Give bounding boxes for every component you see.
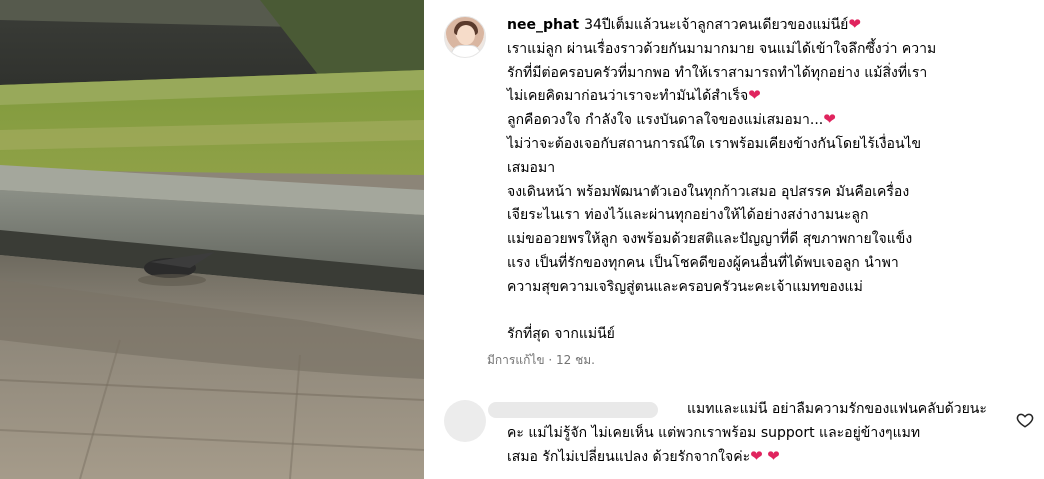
comment-line: แมทและแม่นี อย่าลืมความรักของแฟนคลับด้วย… (687, 401, 987, 417)
red-heart-icon: ❤ (848, 15, 861, 33)
caption-line: เราแม่ลูก ผ่านเรื่องราวด้วยกันมามากมาย จ… (507, 40, 937, 57)
author-username[interactable]: nee_phat (507, 17, 579, 33)
caption-line: ไม่ว่าจะต้องเจอกับสถานการณ์ใด เราพร้อมเค… (507, 135, 922, 152)
author-avatar[interactable] (444, 16, 486, 58)
caption-line: nee_phat 34ปีเต็มแล้วนะเจ้าลูกสาวคนเดียวข… (507, 15, 861, 34)
caption-line: รักที่มีต่อครอบครัวที่มากพอ ทำให้เราสามา… (507, 64, 928, 81)
red-heart-icon: ❤ (748, 86, 761, 105)
caption-signature: รักที่สุด จากแม่นีย์ (507, 326, 615, 343)
comments-panel: nee_phat 34ปีเต็มแล้วนะเจ้าลูกสาวคนเดียวข… (424, 0, 1044, 479)
heart-outline-icon[interactable] (1016, 411, 1034, 429)
caption-line: ความสุขความเจริญสู่ตนและครอบครัวนะคะเจ้า… (507, 278, 863, 295)
post-meta: มีการแก้ไข · 12 ชม. (487, 353, 595, 367)
comment-line: เสมอ รักไม่เปลี่ยนแปลง ด้วยรักจากใจค่ะ❤ … (507, 446, 780, 465)
red-heart-icon: ❤ (767, 446, 780, 465)
caption-line: เจียระไนเรา ท่องไว้และผ่านทุกอย่างให้ได้… (507, 207, 869, 224)
comment-line: คะ แม่ไม่รู้จัก ไม่เคยเห็น แต่พวกเราพร้อ… (507, 424, 921, 441)
caption-line: เสมอมา (507, 159, 556, 176)
caption-line: แรง เป็นที่รักของทุกคน เป็นโชคดีของผู้คน… (507, 254, 899, 271)
caption-line: แม่ขออวยพรให้ลูก จงพร้อมด้วยสติและปัญญาท… (507, 231, 913, 248)
commenter-avatar-blurred[interactable] (444, 400, 486, 442)
red-heart-icon: ❤ (823, 110, 836, 129)
caption: nee_phat 34ปีเต็มแล้วนะเจ้าลูกสาวคนเดียวข… (507, 14, 1022, 347)
caption-line: ไม่เคยคิดมาก่อนว่าเราจะทำมันได้สำเร็จ❤ (507, 86, 761, 105)
caption-line (507, 300, 1022, 324)
comment-text: แมทและแม่นี อย่าลืมความรักของแฟนคลับด้วย… (507, 398, 1007, 469)
caption-line: ลูกคือดวงใจ กำลังใจ แรงบันดาลใจของแม่เสม… (507, 110, 836, 129)
caption-line: จงเดินหน้า พร้อมพัฒนาตัวเองในทุกก้าวเสมอ… (507, 183, 910, 200)
post-photo (0, 0, 424, 479)
photo-scene (0, 0, 424, 479)
red-heart-icon: ❤ (750, 446, 763, 465)
